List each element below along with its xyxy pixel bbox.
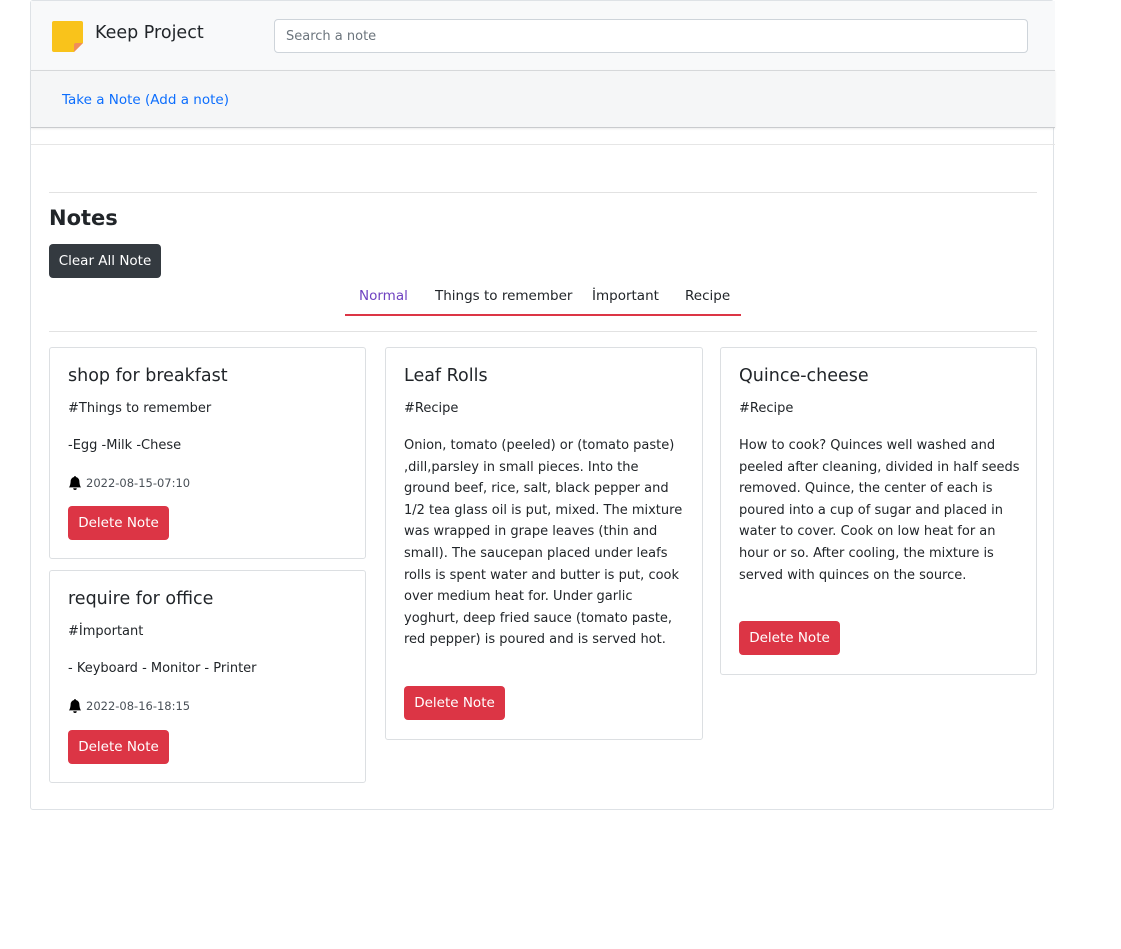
clear-all-notes-button[interactable]: Clear All Note	[49, 244, 161, 278]
note-tag: #Recipe	[739, 401, 794, 416]
note-tag: #İmportant	[68, 624, 144, 639]
tab-recipe[interactable]: Recipe	[685, 288, 730, 304]
note-title: require for office	[68, 589, 214, 609]
note-body: Onion, tomato (peeled) or (tomato paste)…	[404, 438, 683, 648]
note-card: shop for breakfast #Things to remember -…	[49, 347, 366, 559]
reminder-datetime: 2022-08-15-07:10	[86, 476, 191, 490]
note-title: Leaf Rolls	[404, 366, 488, 386]
note-reminder: 2022-08-15-07:10	[68, 475, 190, 491]
app-title[interactable]: Keep Project	[95, 23, 204, 43]
navbar: Keep Project	[31, 1, 1055, 70]
tab-important[interactable]: İmportant	[592, 288, 659, 304]
delete-note-button[interactable]: Delete Note	[68, 506, 169, 540]
take-note-link[interactable]: Take a Note (Add a note)	[62, 92, 229, 108]
note-title: Quince-cheese	[739, 366, 869, 386]
take-note-bar: Take a Note (Add a note)	[31, 70, 1055, 128]
note-body: - Keyboard - Monitor - Printer	[68, 661, 257, 676]
app-container: Keep Project Take a Note (Add a note) No…	[30, 0, 1055, 810]
bell-icon	[68, 699, 82, 713]
delete-note-button[interactable]: Delete Note	[68, 730, 169, 764]
category-tabs: Normal Things to remember İmportant Reci…	[345, 283, 741, 316]
delete-note-button[interactable]: Delete Note	[739, 621, 840, 655]
note-reminder: 2022-08-16-18:15	[68, 698, 190, 714]
note-title: shop for breakfast	[68, 366, 228, 386]
divider	[49, 331, 1037, 332]
note-body: -Egg -Milk -Chese	[68, 438, 182, 453]
reminder-datetime: 2022-08-16-18:15	[86, 699, 191, 713]
tab-things-to-remember[interactable]: Things to remember	[435, 288, 572, 304]
bell-icon	[68, 476, 82, 490]
note-card: Quince-cheese #Recipe How to cook? Quinc…	[720, 347, 1037, 675]
divider	[31, 144, 1055, 145]
search-input[interactable]	[274, 19, 1028, 53]
sticky-note-icon[interactable]	[51, 20, 84, 53]
note-tag: #Recipe	[404, 401, 459, 416]
note-card: require for office #İmportant - Keyboard…	[49, 570, 366, 783]
note-card: Leaf Rolls #Recipe Onion, tomato (peeled…	[385, 347, 703, 740]
tab-normal[interactable]: Normal	[359, 288, 408, 304]
divider	[49, 192, 1037, 193]
note-tag: #Things to remember	[68, 401, 212, 416]
notes-heading: Notes	[49, 206, 118, 230]
delete-note-button[interactable]: Delete Note	[404, 686, 505, 720]
note-body: How to cook? Quinces well washed and pee…	[739, 438, 1020, 583]
